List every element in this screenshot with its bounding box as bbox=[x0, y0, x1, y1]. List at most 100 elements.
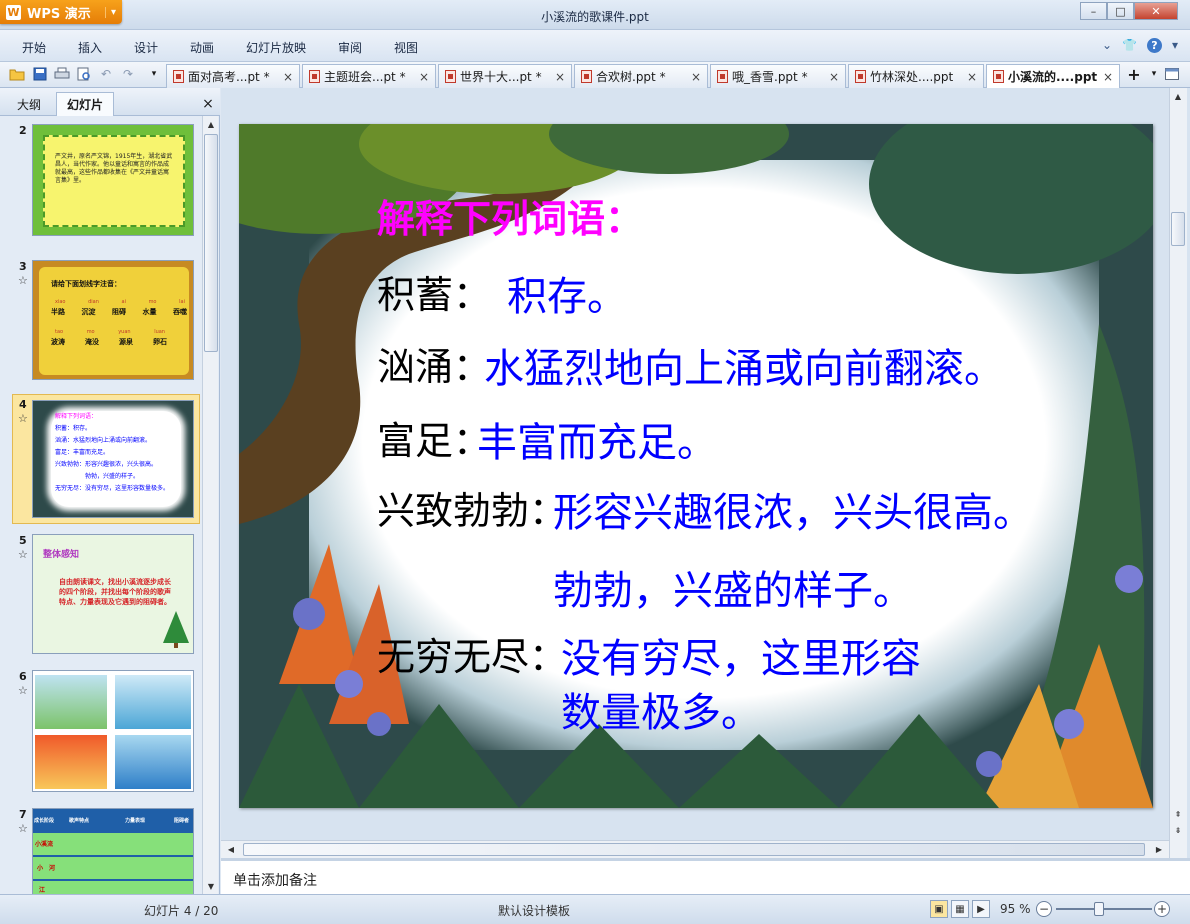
word: 波涛 bbox=[51, 338, 65, 346]
notes-pane[interactable]: 单击添加备注 bbox=[221, 858, 1190, 894]
maximize-button[interactable]: □ bbox=[1107, 2, 1134, 20]
close-tab-icon[interactable]: × bbox=[967, 70, 977, 84]
next-slide-icon[interactable]: ⇟ bbox=[1170, 822, 1186, 838]
christmas-tree-icon bbox=[163, 611, 189, 648]
slideshow-view-icon[interactable]: ▶ bbox=[972, 900, 990, 918]
scroll-left-icon[interactable]: ◀ bbox=[223, 841, 239, 857]
close-tab-icon[interactable]: × bbox=[283, 70, 293, 84]
thumb-line: 解释下列词语： bbox=[55, 413, 98, 420]
doc-tab-2[interactable]: 主题班会...pt * × bbox=[302, 64, 436, 88]
collapse-ribbon-icon[interactable]: ⌄ bbox=[1102, 38, 1112, 53]
doc-tab-6[interactable]: 竹林深处....ppt × bbox=[848, 64, 984, 88]
doc-tab-4[interactable]: 合欢树.ppt * × bbox=[574, 64, 708, 88]
undo-icon[interactable]: ↶ bbox=[98, 66, 114, 82]
notes-placeholder[interactable]: 单击添加备注 bbox=[233, 870, 317, 890]
slide-sorter-view-icon[interactable]: ▦ bbox=[951, 900, 969, 918]
toolbar-customize-icon[interactable]: ▾ bbox=[146, 66, 162, 82]
tab-slides[interactable]: 幻灯片 bbox=[56, 92, 114, 116]
skin-icon[interactable]: 👕 bbox=[1122, 38, 1137, 53]
save-icon[interactable] bbox=[32, 66, 48, 82]
slide-thumbnail-2[interactable]: 严文井，原名严文锦，1915年生，湖北省武昌人，当代作家。他以童话和寓言的作品成… bbox=[32, 124, 194, 236]
panel-tabs: 大纲 幻灯片 × bbox=[0, 88, 220, 116]
minimize-button[interactable]: – bbox=[1080, 2, 1107, 20]
pinyin: yuan bbox=[118, 329, 131, 335]
close-tab-icon[interactable]: × bbox=[691, 70, 701, 84]
zoom-in-button[interactable]: + bbox=[1154, 901, 1170, 917]
pinyin: luan bbox=[154, 329, 165, 335]
pinyin: mo bbox=[86, 329, 95, 335]
slide-vertical-scrollbar[interactable]: ▲ ⇞ ⇟ bbox=[1169, 88, 1187, 858]
zoom-slider-track[interactable] bbox=[1056, 908, 1152, 910]
scroll-up-icon[interactable]: ▲ bbox=[1170, 88, 1186, 104]
menu-animation[interactable]: 动画 bbox=[190, 39, 214, 56]
menu-view[interactable]: 视图 bbox=[394, 39, 418, 56]
thumb-title: 整体感知 bbox=[43, 550, 80, 560]
term-definition: 没有穷尽，这里形容 bbox=[561, 636, 921, 682]
close-tab-icon[interactable]: × bbox=[555, 70, 565, 84]
scrollbar-thumb[interactable] bbox=[243, 843, 1145, 856]
scroll-down-icon[interactable]: ▼ bbox=[203, 878, 219, 894]
word: 水量 bbox=[142, 308, 157, 316]
doc-tab-1[interactable]: 面对高考...pt * × bbox=[166, 64, 300, 88]
slide-counter: 幻灯片 4 / 20 bbox=[144, 904, 219, 918]
new-tab-button[interactable]: + bbox=[1126, 65, 1142, 84]
close-panel-icon[interactable]: × bbox=[200, 92, 216, 116]
scrollbar-thumb[interactable] bbox=[1171, 212, 1185, 246]
word: 阻碍 bbox=[112, 308, 126, 316]
doc-tab-active[interactable]: 小溪流的....ppt × bbox=[986, 64, 1120, 88]
close-tab-icon[interactable]: × bbox=[1103, 70, 1113, 84]
tab-list-dropdown-icon[interactable]: ▾ bbox=[1146, 66, 1162, 82]
menu-slideshow[interactable]: 幻灯片放映 bbox=[246, 39, 306, 56]
print-preview-icon[interactable] bbox=[76, 66, 92, 82]
normal-view-icon[interactable]: ▣ bbox=[930, 900, 948, 918]
thumb-table-cell: 力量表现 bbox=[125, 818, 146, 824]
zoom-slider-thumb[interactable] bbox=[1094, 902, 1104, 916]
close-tab-icon[interactable]: × bbox=[419, 70, 429, 84]
redo-icon[interactable]: ↷ bbox=[120, 66, 136, 82]
slide-thumbnail-4[interactable]: 解释下列词语： 积蓄：积存。 汹涌：水猛烈地向上涌或向前翻滚。 富足：丰富而充足… bbox=[32, 400, 194, 518]
thumb-table-row: 小溪流 bbox=[33, 833, 193, 855]
slides-panel-scrollbar[interactable]: ▲ ▼ bbox=[202, 116, 218, 894]
menu-insert[interactable]: 插入 bbox=[78, 39, 102, 56]
slide-thumbnail-list: 2 严文井，原名严文锦，1915年生，湖北省武昌人，当代作家。他以童话和寓言的作… bbox=[0, 116, 202, 894]
thumb-line: 勃勃，兴盛的样子。 bbox=[85, 473, 140, 480]
scrollbar-thumb[interactable] bbox=[204, 134, 218, 352]
help-dropdown-icon[interactable]: ▾ bbox=[1172, 38, 1178, 53]
word: 半路 bbox=[51, 308, 65, 316]
close-button[interactable]: ✕ bbox=[1134, 2, 1178, 20]
open-folder-icon[interactable] bbox=[9, 66, 25, 82]
pinyin: ai bbox=[121, 299, 126, 305]
slide-number: 3 bbox=[19, 260, 27, 273]
ppt-file-icon bbox=[717, 70, 728, 83]
restore-layout-icon[interactable] bbox=[1164, 66, 1180, 82]
doc-tab-5[interactable]: 哦_香雪.ppt * × bbox=[710, 64, 846, 88]
term-definition: 勃勃，兴盛的样子。 bbox=[553, 568, 913, 614]
menu-design[interactable]: 设计 bbox=[134, 39, 158, 56]
current-slide[interactable]: 解释下列词语： 积蓄： 积存。 汹涌： 水猛烈地向上涌或向前翻滚。 富足： 丰富… bbox=[239, 124, 1153, 808]
scroll-right-icon[interactable]: ▶ bbox=[1151, 841, 1167, 857]
print-icon[interactable] bbox=[54, 66, 70, 82]
menu-review[interactable]: 审阅 bbox=[338, 39, 362, 56]
thumb-table-header: 成长阶段 歌声特点 力量表现 阻碍者 bbox=[33, 811, 193, 831]
slide-thumbnail-7[interactable]: 成长阶段 歌声特点 力量表现 阻碍者 小溪流 小 河 江 bbox=[32, 808, 194, 894]
slide-thumbnail-3[interactable]: 请给下面划线字注音： xiao dian ai mo lai 半路 沉淀 阻碍 水量 吞噬 ta… bbox=[32, 260, 194, 380]
slide-horizontal-scrollbar[interactable]: ◀ ▶ bbox=[221, 840, 1169, 858]
prev-slide-icon[interactable]: ⇞ bbox=[1170, 806, 1186, 822]
doc-tab-label: 小溪流的....ppt bbox=[1008, 70, 1098, 84]
slide-thumbnail-5[interactable]: 整体感知 自由朗读课文，找出小溪流逐步成长的四个阶段，并找出每个阶段的歌声特点、… bbox=[32, 534, 194, 654]
tab-outline[interactable]: 大纲 bbox=[4, 92, 54, 116]
slide-number: 5 bbox=[19, 534, 27, 547]
thumb-table-cell: 歌声特点 bbox=[69, 818, 90, 824]
animation-star-icon: ☆ bbox=[18, 548, 28, 561]
slide-thumbnail-6[interactable] bbox=[32, 670, 194, 792]
thumb-line: 富足：丰富而充足。 bbox=[55, 449, 110, 456]
menu-home[interactable]: 开始 bbox=[22, 39, 46, 56]
close-tab-icon[interactable]: × bbox=[829, 70, 839, 84]
term-label: 无穷无尽： bbox=[377, 635, 568, 679]
scroll-up-icon[interactable]: ▲ bbox=[203, 116, 219, 132]
pinyin: xiao bbox=[55, 299, 66, 305]
doc-tab-3[interactable]: 世界十大...pt * × bbox=[438, 64, 572, 88]
help-icon[interactable]: ? bbox=[1146, 38, 1162, 53]
title-bar: W WPS 演示 ▾ 小溪流的歌课件.ppt – □ ✕ bbox=[0, 0, 1190, 30]
zoom-out-button[interactable]: − bbox=[1036, 901, 1052, 917]
